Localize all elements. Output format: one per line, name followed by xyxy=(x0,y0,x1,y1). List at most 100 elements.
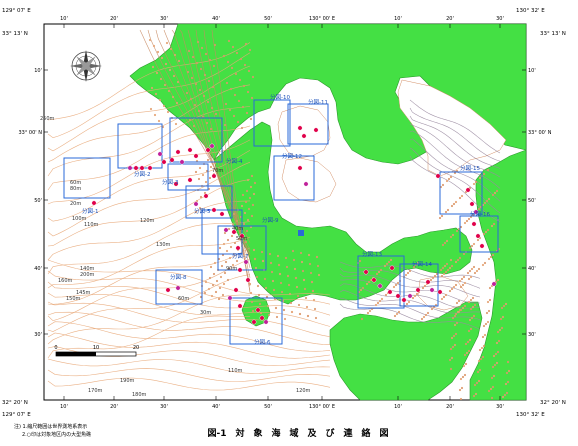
corner-top-right-lon: 130° 32' E xyxy=(516,8,545,14)
seabed-speckle xyxy=(492,222,496,226)
depth-label: 80m xyxy=(70,186,81,192)
corner-bottom-left-lat: 32° 20' N xyxy=(2,400,28,406)
seabed-speckle xyxy=(272,288,276,292)
seabed-speckle xyxy=(454,260,458,264)
seabed-speckle xyxy=(477,379,481,383)
seabed-speckle xyxy=(245,111,249,115)
seabed-speckle xyxy=(293,267,297,271)
seabed-speckle xyxy=(498,328,502,332)
lon-tick-label-bottom: 30' xyxy=(496,404,504,410)
lon-tick-label-bottom: 40' xyxy=(212,404,220,410)
seabed-speckle xyxy=(458,256,462,260)
depth-label: 70m xyxy=(212,168,223,174)
seabed-speckle xyxy=(454,200,458,204)
seabed-speckle xyxy=(404,273,408,277)
seabed-speckle xyxy=(214,290,218,294)
seabed-speckle xyxy=(483,201,487,205)
lat-tick-label-right: 10' xyxy=(528,68,536,74)
reef-marker xyxy=(203,193,209,199)
seabed-speckle xyxy=(478,368,482,372)
seabed-speckle xyxy=(443,264,447,268)
seabed-speckle xyxy=(421,286,425,290)
reef-marker xyxy=(165,287,171,293)
seabed-speckle xyxy=(242,222,246,226)
seabed-speckle xyxy=(290,310,294,314)
seabed-speckle xyxy=(478,176,482,180)
seabed-speckle xyxy=(446,208,450,212)
seabed-speckle xyxy=(226,278,230,282)
seabed-speckle xyxy=(500,326,504,330)
seabed-speckle xyxy=(225,81,229,85)
seabed-speckle xyxy=(484,230,488,234)
lat-tick-label-left: 30' xyxy=(34,332,42,338)
seabed-speckle xyxy=(369,278,373,282)
seabed-speckle xyxy=(491,253,495,257)
seabed-speckle xyxy=(153,113,157,117)
lat-tick-label-right: 30' xyxy=(528,332,536,338)
lon-tick-label-bottom: 130° 00' E xyxy=(309,404,335,410)
seabed-speckle xyxy=(292,258,296,262)
reef-marker xyxy=(297,165,303,171)
seabed-speckle xyxy=(454,312,458,316)
reef-marker xyxy=(193,153,199,159)
seabed-speckle xyxy=(211,283,215,287)
seabed-speckle xyxy=(450,264,454,268)
seabed-speckle xyxy=(444,293,448,297)
seabed-speckle xyxy=(408,269,412,273)
seabed-speckle xyxy=(224,260,228,264)
seabed-speckle xyxy=(360,317,364,321)
seabed-speckle xyxy=(250,174,254,178)
reef-marker xyxy=(157,151,163,157)
seabed-speckle xyxy=(237,99,241,103)
seabed-speckle xyxy=(502,304,506,308)
seabed-speckle xyxy=(481,355,485,359)
seabed-speckle xyxy=(449,258,453,262)
seabed-speckle xyxy=(376,301,380,305)
seabed-speckle xyxy=(303,287,307,291)
seabed-speckle xyxy=(453,314,457,318)
seabed-speckle xyxy=(212,272,216,276)
seabed-speckle xyxy=(463,353,467,357)
seabed-speckle xyxy=(285,265,289,269)
seabed-speckle xyxy=(377,270,381,274)
seabed-speckle xyxy=(487,257,491,261)
reef-marker xyxy=(429,287,435,293)
seabed-speckle xyxy=(204,180,208,184)
depth-label: 110m xyxy=(84,222,99,228)
seabed-speckle xyxy=(256,284,260,288)
seabed-speckle xyxy=(463,221,467,225)
note-2: 2.○印は対象地区内の大型魚礁 xyxy=(22,431,91,438)
seabed-speckle xyxy=(504,302,508,306)
reef-marker xyxy=(297,125,303,131)
seabed-speckle xyxy=(240,204,244,208)
seabed-speckle xyxy=(463,373,467,377)
seabed-speckle xyxy=(472,182,476,186)
seabed-speckle xyxy=(173,53,177,57)
seabed-speckle xyxy=(249,291,253,295)
seabed-speckle xyxy=(433,274,437,278)
seabed-speckle xyxy=(393,314,397,318)
seabed-speckle xyxy=(280,290,284,294)
seabed-speckle xyxy=(206,100,210,104)
seabed-speckle xyxy=(304,296,308,300)
seabed-speckle xyxy=(313,307,317,311)
reef-marker xyxy=(389,265,395,271)
seabed-speckle xyxy=(218,286,222,290)
seabed-speckle xyxy=(206,158,210,162)
seabed-speckle xyxy=(463,304,467,308)
seabed-speckle xyxy=(480,346,484,350)
seabed-speckle xyxy=(456,258,460,262)
depth-label: 40m xyxy=(232,226,243,232)
seabed-speckle xyxy=(496,278,500,282)
seabed-speckle xyxy=(444,270,448,274)
seabed-speckle xyxy=(288,292,292,296)
seabed-speckle xyxy=(165,41,169,45)
seabed-speckle xyxy=(479,357,483,361)
seabed-speckle xyxy=(148,38,152,42)
seabed-speckle xyxy=(459,397,463,401)
figure-title: 図-1 対 象 海 域 及 び 連 絡 図 xyxy=(208,427,389,439)
seabed-speckle xyxy=(311,289,315,293)
seabed-speckle xyxy=(440,274,444,278)
seabed-speckle xyxy=(254,266,258,270)
seabed-speckle xyxy=(392,285,396,289)
